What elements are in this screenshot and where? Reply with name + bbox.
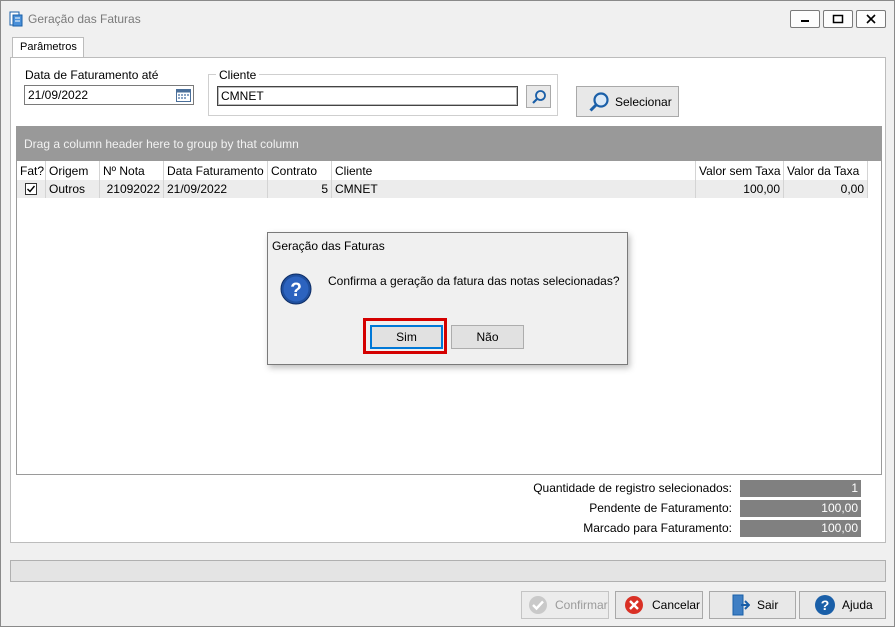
col-header-valor-sem-taxa[interactable]: Valor sem Taxa <box>696 161 784 180</box>
cell-nota: 21092022 <box>100 180 164 198</box>
dialog-title: Geração das Faturas <box>272 239 385 253</box>
qtd-label: Quantidade de registro selecionados: <box>533 481 732 495</box>
date-field[interactable]: 21/09/2022 <box>24 85 194 105</box>
marcado-value: 100,00 <box>740 520 861 537</box>
confirm-dialog: Geração das Faturas ? Confirma a geração… <box>267 232 628 365</box>
col-header-origem[interactable]: Origem <box>46 161 100 180</box>
pendente-label: Pendente de Faturamento: <box>589 501 732 515</box>
cell-cliente: CMNET <box>332 180 696 198</box>
exit-door-icon <box>732 594 750 616</box>
date-value: 21/09/2022 <box>28 88 89 102</box>
help-icon: ? <box>815 595 835 615</box>
group-by-hint: Drag a column header here to group by th… <box>24 137 299 151</box>
row-checkbox-cell[interactable] <box>17 180 46 198</box>
client-value: CMNET <box>221 89 264 103</box>
exit-button[interactable]: Sair <box>709 591 796 619</box>
minimize-icon <box>801 20 809 22</box>
col-header-contrato[interactable]: Contrato <box>268 161 332 180</box>
cell-origem: Outros <box>46 180 100 198</box>
dialog-no-button[interactable]: Não <box>451 325 524 349</box>
col-header-data[interactable]: Data Faturamento <box>164 161 268 180</box>
exit-label: Sair <box>757 598 779 612</box>
cell-valor-taxa: 0,00 <box>784 180 868 198</box>
calendar-icon[interactable] <box>176 88 191 102</box>
client-input[interactable]: CMNET <box>217 86 518 106</box>
cancel-button[interactable]: Cancelar <box>615 591 703 619</box>
cell-data: 21/09/2022 <box>164 180 268 198</box>
close-icon <box>866 14 876 24</box>
magnifier-icon <box>589 91 609 112</box>
window-title: Geração das Faturas <box>28 12 141 26</box>
client-search-button[interactable] <box>526 85 551 108</box>
col-header-cliente[interactable]: Cliente <box>332 161 696 180</box>
col-header-nota[interactable]: Nº Nota <box>100 161 164 180</box>
date-label: Data de Faturamento até <box>25 68 159 82</box>
help-button[interactable]: ? Ajuda <box>799 591 886 619</box>
maximize-button[interactable] <box>823 10 853 28</box>
select-button[interactable]: Selecionar <box>576 86 679 117</box>
col-header-valor-taxa[interactable]: Valor da Taxa <box>784 161 868 180</box>
help-label: Ajuda <box>842 598 873 612</box>
minimize-button[interactable] <box>790 10 820 28</box>
svg-text:?: ? <box>290 280 302 301</box>
highlight-box <box>363 318 447 354</box>
cell-contrato: 5 <box>268 180 332 198</box>
search-icon <box>531 89 546 104</box>
confirm-button[interactable]: Confirmar <box>521 591 609 619</box>
group-by-area[interactable]: Drag a column header here to group by th… <box>16 126 882 161</box>
app-icon <box>9 11 23 27</box>
dialog-message: Confirma a geração da fatura das notas s… <box>328 274 620 288</box>
svg-text:?: ? <box>821 597 830 613</box>
cancel-icon <box>625 596 643 614</box>
client-group-label: Cliente <box>216 68 260 82</box>
cancel-label: Cancelar <box>652 598 701 612</box>
checkbox-checked-icon[interactable] <box>25 183 37 195</box>
status-bar <box>10 560 886 582</box>
main-window: Geração das Faturas Parâmetros Data de F… <box>0 0 895 627</box>
col-header-fat[interactable]: Fat? <box>17 161 46 180</box>
qtd-value: 1 <box>740 480 861 497</box>
select-button-label: Selecionar <box>615 94 672 109</box>
maximize-icon <box>832 14 844 24</box>
cell-valor-sem-taxa: 100,00 <box>696 180 784 198</box>
confirm-label: Confirmar <box>555 598 608 612</box>
marcado-label: Marcado para Faturamento: <box>583 521 732 535</box>
close-window-button[interactable] <box>856 10 886 28</box>
title-bar: Geração das Faturas <box>1 1 894 35</box>
question-icon: ? <box>280 273 312 305</box>
tab-parametros[interactable]: Parâmetros <box>12 37 84 58</box>
pendente-value: 100,00 <box>740 500 861 517</box>
check-circle-icon <box>529 596 547 614</box>
